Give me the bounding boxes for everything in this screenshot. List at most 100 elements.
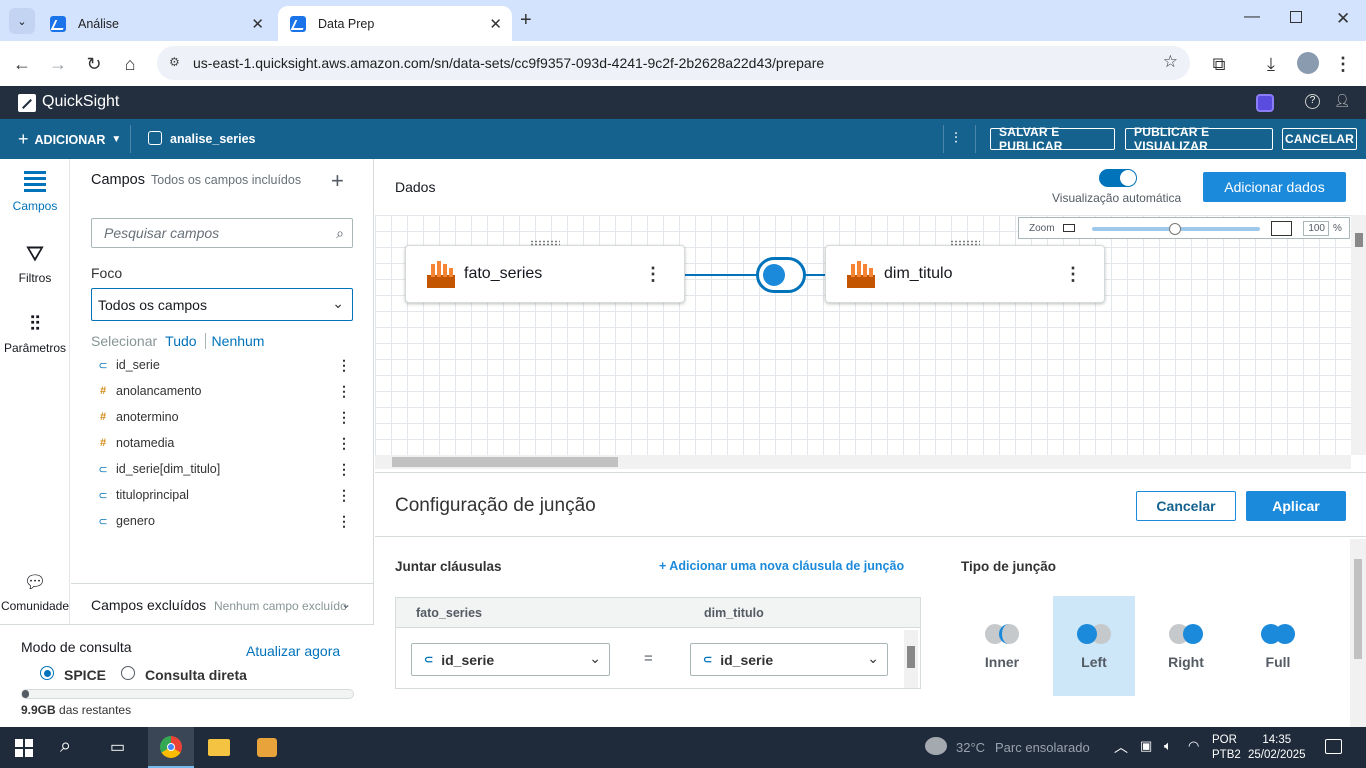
forward-icon[interactable]: → [45,51,71,77]
download-icon[interactable]: ⤓ [1258,51,1284,77]
field-item[interactable]: # anotermino ⋮ [96,404,351,430]
horizontal-scrollbar[interactable] [375,455,1351,469]
user-icon[interactable]: 👤︎ [1334,93,1351,109]
cancel-button[interactable]: Cancelar [1136,491,1236,521]
left-field-select[interactable]: ⊂ id_serie ⌄ [411,643,610,676]
field-item[interactable]: # notamedia ⋮ [96,430,351,456]
field-menu-icon[interactable]: ⋮ [337,409,351,426]
field-menu-icon[interactable]: ⋮ [337,383,351,400]
select-all-link[interactable]: Tudo [165,333,196,349]
field-item[interactable]: # anolancamento ⋮ [96,378,351,404]
save-publish-button[interactable]: SALVAR E PUBLICAR [990,125,1115,153]
join-panel-scrollbar[interactable] [1350,539,1366,728]
bookmark-star-icon[interactable]: ☆ [1163,52,1178,72]
node-menu-icon[interactable]: ⋮ [1064,264,1082,285]
close-window-icon[interactable]: ✕ [1336,9,1350,29]
tab-close-icon[interactable]: ✕ [251,15,264,33]
field-item[interactable]: ⊂ tituloprincipal ⋮ [96,482,351,508]
language-indicator[interactable]: POR PTB2 [1212,733,1241,763]
join-type-right[interactable]: Right [1145,596,1227,696]
field-menu-icon[interactable]: ⋮ [337,487,351,504]
node-menu-icon[interactable]: ⋮ [644,264,662,285]
add-field-icon[interactable]: + [331,168,344,194]
media-player-icon[interactable] [257,738,277,757]
search-fields-input[interactable]: Pesquisar campos ⌕ [91,218,353,248]
chrome-taskbar-button[interactable] [148,727,194,768]
dataset-node[interactable]: dim_titulo ⋮ [825,240,1105,303]
profile-avatar[interactable] [1297,52,1319,74]
field-menu-icon[interactable]: ⋮ [337,513,351,530]
reload-icon[interactable]: ↻ [81,51,107,77]
speaker-icon[interactable]: 🔈︎ [1164,738,1172,754]
file-explorer-icon[interactable] [208,739,230,756]
zoom-in-icon[interactable] [1271,221,1292,236]
field-item[interactable]: ⊂ id_serie ⋮ [96,352,351,378]
windows-start-icon[interactable] [15,739,33,757]
notifications-icon[interactable] [1325,739,1342,754]
clause-scrollbar[interactable] [904,630,918,688]
field-item[interactable]: ⊂ genero ⋮ [96,508,351,534]
spice-radio[interactable] [40,666,54,680]
url-field[interactable]: ⚙ us-east-1.quicksight.aws.amazon.com/sn… [157,46,1190,80]
new-tab-icon[interactable]: + [520,9,532,32]
minimize-icon[interactable]: — [1244,8,1260,26]
browser-menu-icon[interactable]: ⋮ [1330,51,1356,77]
nav-fields[interactable]: Campos [0,171,70,213]
tab-data-prep[interactable]: Data Prep ✕ [278,6,512,41]
tray-chevron-icon[interactable]: ︿ [1114,737,1128,757]
weather-desc[interactable]: Parc ensolarado [995,740,1090,755]
field-item[interactable]: ⊂ id_serie[dim_titulo] ⋮ [96,456,351,482]
drag-handle-icon[interactable] [530,240,560,246]
publish-view-button[interactable]: PUBLICAR E VISUALIZAR [1125,125,1273,153]
select-none-link[interactable]: Nenhum [204,333,264,349]
field-menu-icon[interactable]: ⋮ [337,435,351,452]
task-view-icon[interactable]: ▭ [110,737,125,757]
dataset-name[interactable]: analise_series [170,132,256,146]
join-canvas[interactable]: Zoom 100 % fato_series ⋮ dim_titulo ⋮ [375,215,1351,455]
vertical-scrollbar[interactable] [1351,215,1366,455]
back-icon[interactable]: ← [9,51,35,77]
app-name[interactable]: QuickSight [42,93,119,111]
zoom-slider-handle[interactable] [1169,223,1181,235]
help-icon[interactable]: ? [1305,94,1320,109]
focus-select[interactable]: Todos os campos ⌄ [91,288,353,321]
field-menu-icon[interactable]: ⋮ [337,461,351,478]
home-icon[interactable]: ⌂ [117,51,143,77]
excluded-title[interactable]: Campos excluídos [91,597,206,613]
drag-handle-icon[interactable] [950,240,980,246]
field-menu-icon[interactable]: ⋮ [337,357,351,374]
search-icon[interactable]: ⌕ [60,735,71,758]
chevron-down-icon[interactable]: ⌄ [341,597,351,611]
clock[interactable]: 14:35 25/02/2025 [1248,733,1306,763]
site-info-icon[interactable]: ⚙ [169,55,180,69]
join-type-full[interactable]: Full [1237,596,1319,696]
nav-parameters[interactable]: ⫶⫶ Parâmetros [0,313,70,355]
dataset-node[interactable]: fato_series ⋮ [405,240,685,303]
tab-analise[interactable]: Análise ✕ [38,6,274,41]
nav-filters[interactable]: ⛛ Filtros [0,243,70,286]
network-icon[interactable]: ▣ [1140,738,1152,754]
auto-preview-toggle[interactable] [1099,169,1137,187]
tab-close-icon[interactable]: ✕ [489,15,502,33]
wifi-icon[interactable]: ◠ [1188,738,1199,754]
left-join-icon[interactable] [756,257,806,293]
cancel-toolbar-button[interactable]: CANCELAR [1282,128,1357,150]
refresh-now-link[interactable]: Atualizar agora [246,643,340,659]
weather-temp[interactable]: 32°C [956,740,985,755]
zoom-value-input[interactable]: 100 [1303,221,1329,236]
join-type-inner[interactable]: Inner [961,596,1043,696]
assistant-icon[interactable] [1256,94,1274,112]
direct-query-radio[interactable] [121,666,135,680]
join-type-left[interactable]: Left [1053,596,1135,696]
restore-icon[interactable] [1290,11,1302,23]
zoom-out-icon[interactable] [1062,224,1075,232]
tab-search-button[interactable]: ⌄ [9,8,35,34]
extensions-icon[interactable]: ⧉ [1206,51,1232,77]
right-field-select[interactable]: ⊂ id_serie ⌄ [690,643,888,676]
add-data-button[interactable]: Adicionar dados [1203,172,1346,202]
add-join-clause-link[interactable]: + Adicionar uma nova cláusula de junção [659,559,904,573]
nav-community[interactable]: 💬︎ Comunidade [0,571,70,613]
settings-sliders-icon[interactable]: ⫶ [954,130,958,147]
apply-button[interactable]: Aplicar [1246,491,1346,521]
search-icon[interactable]: ⌕ [336,225,344,242]
